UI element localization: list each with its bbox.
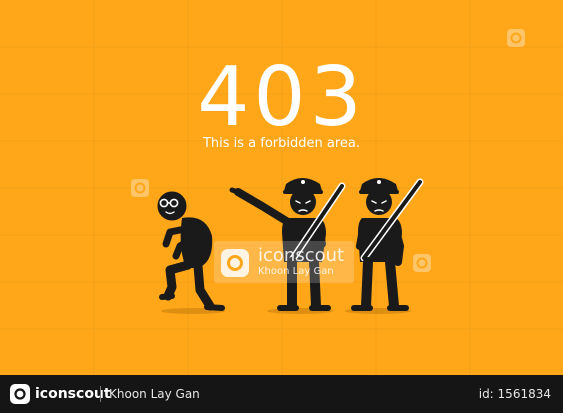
watermark-mark-icon bbox=[131, 179, 149, 197]
watermark-brand: iconscout bbox=[258, 245, 345, 266]
footer-author-link[interactable]: Khoon Lay Gan bbox=[109, 385, 200, 403]
forbidden-page: 403 This is a forbidden area. iconscout … bbox=[0, 0, 563, 413]
watermark-mark-icon bbox=[507, 29, 525, 47]
footer-asset-id: id: 1561834 bbox=[478, 387, 551, 401]
intruder-figure bbox=[157, 191, 225, 311]
watermark-author: Khoon Lay Gan bbox=[258, 266, 334, 277]
watermark-mark-icon bbox=[413, 254, 431, 272]
iconscout-logo-icon bbox=[221, 249, 249, 277]
footer-divider bbox=[100, 386, 101, 402]
baton-officer-figure bbox=[351, 178, 424, 311]
error-message: This is a forbidden area. bbox=[202, 136, 361, 151]
error-code: 403 bbox=[197, 50, 366, 145]
iconscout-logo-icon[interactable] bbox=[10, 384, 30, 404]
